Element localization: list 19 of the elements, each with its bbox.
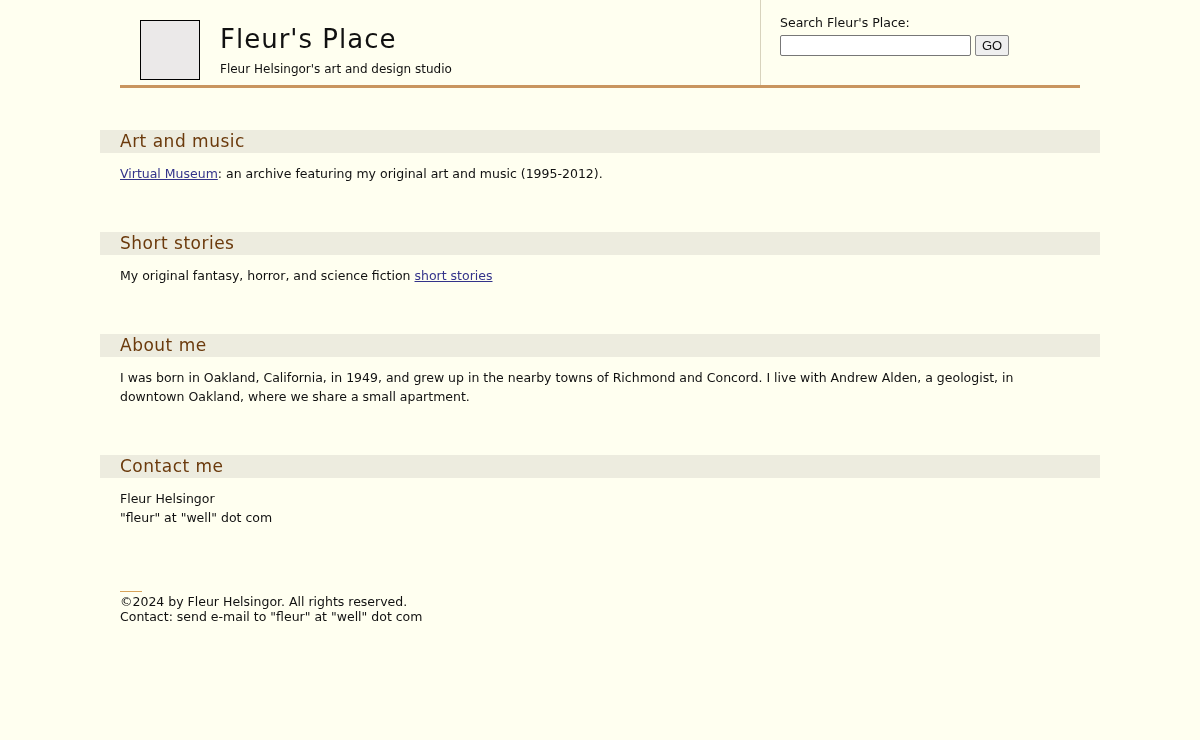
site-title: Fleur's Place — [220, 24, 398, 54]
section-heading: Short stories — [100, 232, 1100, 255]
footer-text: Contact: send e-mail to "fleur" at "well" dot com — [120, 609, 424, 624]
search-field[interactable] — [780, 35, 971, 56]
paragraph-text: "fleur" at "well" dot com — [120, 509, 274, 527]
paragraph-text: Virtual Museum: an archive featuring my original art and music (1995-2012). — [120, 165, 604, 183]
search-label: Search Fleur's Place: — [780, 15, 911, 31]
footer-text: ©2024 by Fleur Helsingor. All rights reserved. — [120, 594, 409, 609]
text-link[interactable]: Virtual Museum — [120, 166, 218, 181]
portrait-placeholder — [140, 20, 200, 80]
section-heading: About me — [100, 334, 1100, 357]
text-link[interactable]: short stories — [414, 268, 493, 283]
paragraph-text: My original fantasy, horror, and science fiction short stories — [120, 267, 494, 285]
section-heading: Contact me — [100, 455, 1100, 478]
section-heading: Art and music — [100, 130, 1100, 153]
go-button[interactable]: GO — [975, 35, 1010, 56]
paragraph-text: Fleur Helsingor — [120, 490, 216, 508]
paragraph-text: I was born in Oakland, California, in 1949, and grew up in the nearby towns of Richmond and Concord. I live with Andrew Alden, a geologist, in downtown Oakland, where we share a small apartment. — [120, 369, 1015, 406]
site-subtitle: Fleur Helsingor's art and design studio — [220, 61, 452, 78]
